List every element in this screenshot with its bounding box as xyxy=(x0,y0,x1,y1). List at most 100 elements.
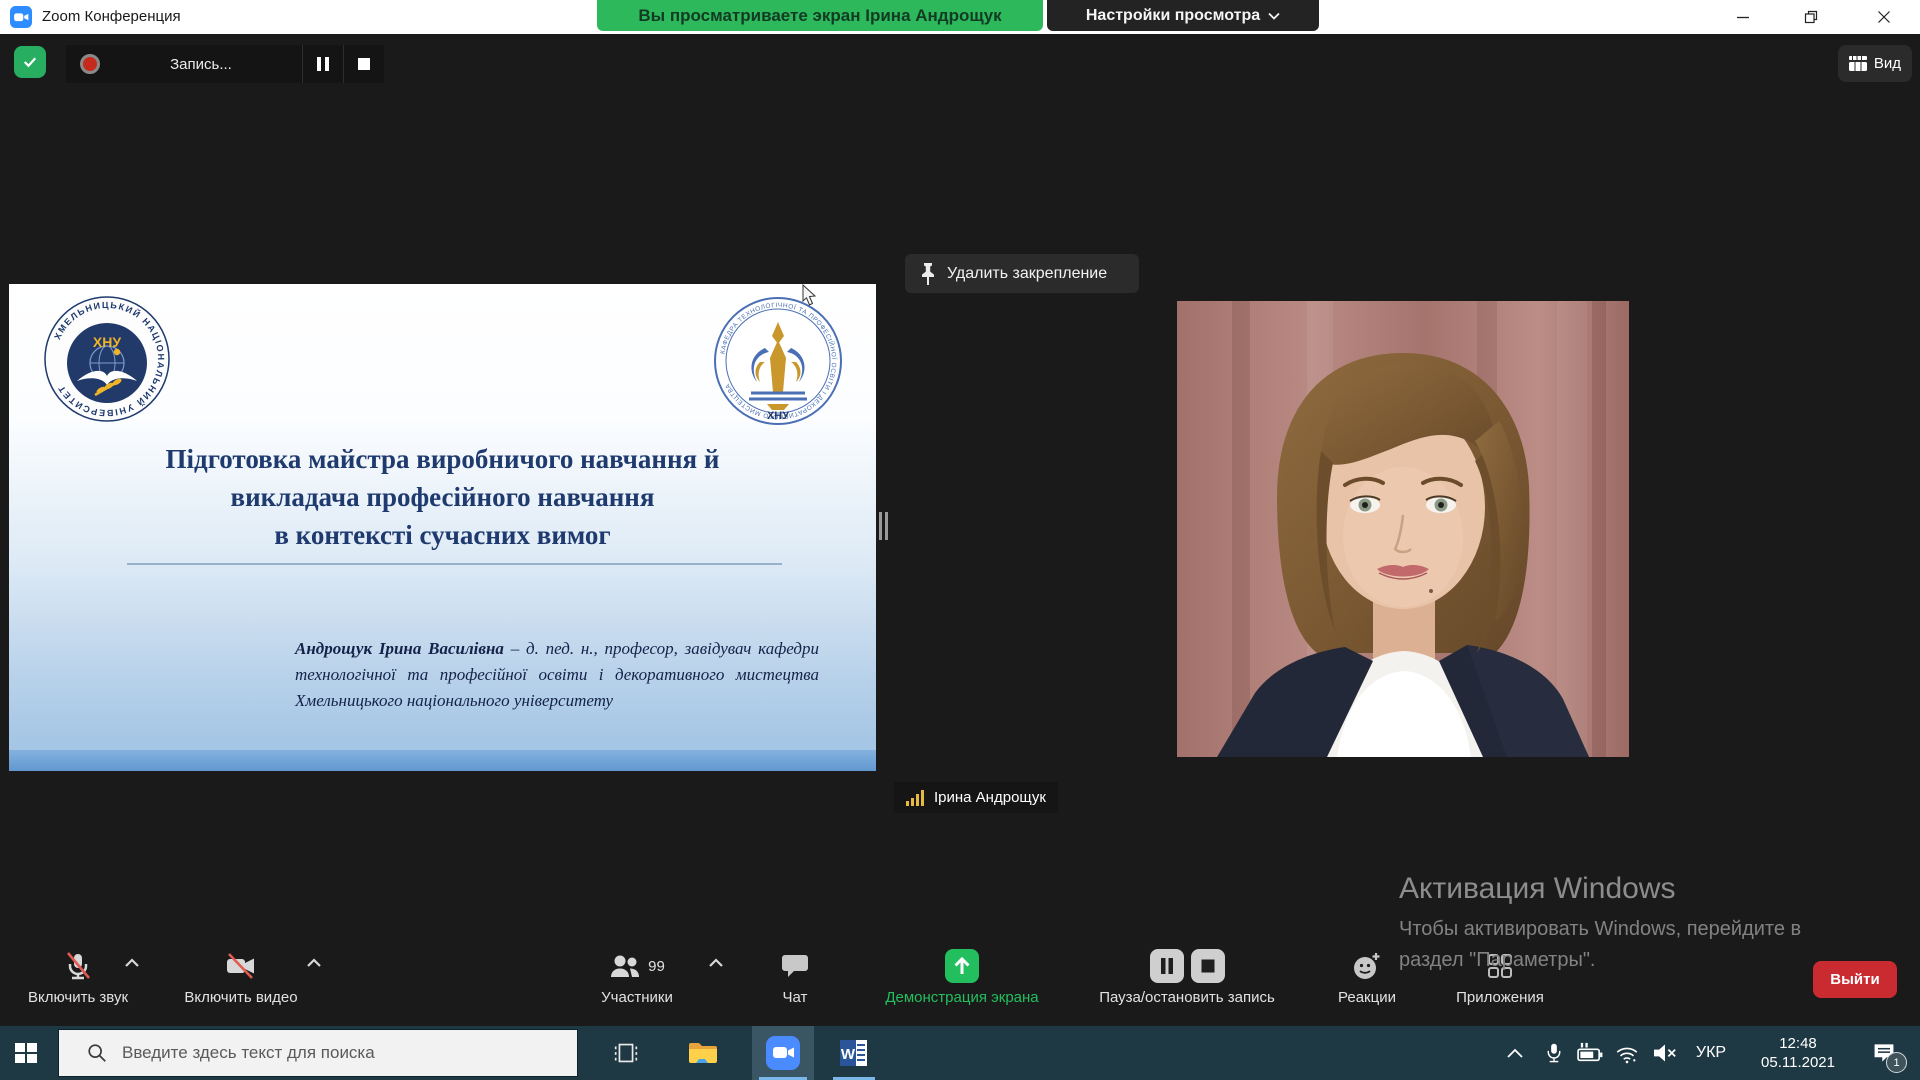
word-taskbar-button[interactable]: W xyxy=(826,1026,882,1080)
share-screen-button[interactable]: Демонстрация экрана xyxy=(878,947,1046,1006)
clock-date: 05.11.2021 xyxy=(1761,1053,1835,1072)
chevron-down-icon xyxy=(1268,12,1280,20)
notification-badge: 1 xyxy=(1886,1052,1907,1073)
participants-button[interactable]: 99 Участники xyxy=(572,947,702,1006)
apps-label: Приложения xyxy=(1456,989,1544,1006)
zoom-taskbar-button[interactable] xyxy=(752,1026,814,1080)
audio-options-chevron[interactable] xyxy=(124,958,140,968)
watermark-line1: Чтобы активировать Windows, перейдите в xyxy=(1399,914,1801,945)
tray-battery-icon[interactable] xyxy=(1572,1026,1608,1080)
notification-center-button[interactable]: 1 xyxy=(1858,1026,1910,1080)
apps-button[interactable]: Приложения xyxy=(1440,947,1560,1006)
reactions-label: Реакции xyxy=(1338,989,1396,1006)
gallery-view-icon xyxy=(1849,56,1867,71)
slide-bottom-strip xyxy=(9,750,876,771)
slide-title-line2: викладача професійного навчання xyxy=(9,478,876,516)
record-dot-icon xyxy=(80,54,100,74)
unmute-button[interactable]: Включить звук xyxy=(18,947,138,1006)
search-input[interactable] xyxy=(120,1042,564,1064)
participants-icon xyxy=(609,951,641,981)
task-view-icon xyxy=(611,1038,641,1068)
remove-pin-label: Удалить закрепление xyxy=(947,265,1107,283)
view-options-label: Настройки просмотра xyxy=(1086,7,1260,25)
view-button[interactable]: Вид xyxy=(1838,45,1912,82)
watermark-title: Активация Windows xyxy=(1399,872,1801,906)
participants-label: Участники xyxy=(601,989,673,1006)
view-button-label: Вид xyxy=(1874,55,1901,72)
clock-time: 12:48 xyxy=(1779,1034,1817,1053)
slide-title-line1: Підготовка майстра виробничого навчання … xyxy=(9,440,876,478)
pin-icon xyxy=(919,262,937,286)
author-name: Андрощук Ірина Василівна xyxy=(295,639,504,658)
zoom-app-icon xyxy=(10,6,32,28)
file-explorer-button[interactable] xyxy=(676,1026,728,1080)
chevron-up-icon xyxy=(1506,1047,1524,1059)
remove-pin-button[interactable]: Удалить закрепление xyxy=(905,254,1139,293)
language-indicator[interactable]: УКР xyxy=(1688,1026,1734,1080)
microphone-muted-icon xyxy=(62,950,94,982)
shared-screen-slide: ХМЕЛЬНИЦЬКИЙ НАЦІОНАЛЬНИЙ УНІВЕРСИТЕТ ХН… xyxy=(9,284,876,771)
slide-title: Підготовка майстра виробничого навчання … xyxy=(9,440,876,554)
windows-taskbar: W xyxy=(0,1026,1920,1080)
window-title: Zoom Конференция xyxy=(42,0,181,34)
stop-recording-button[interactable] xyxy=(343,45,384,83)
participants-count: 99 xyxy=(648,958,665,975)
zoom-meeting-window: Zoom Конференция Вы просматриваете экран… xyxy=(0,0,1920,1080)
slide-title-line3: в контексті сучасних вимог xyxy=(9,516,876,554)
camera-off-icon xyxy=(224,950,258,982)
portrait-image xyxy=(1177,301,1629,757)
start-video-button[interactable]: Включить видео xyxy=(172,947,310,1006)
security-shield-icon[interactable] xyxy=(14,46,46,78)
participant-video[interactable] xyxy=(1177,301,1629,757)
view-options-dropdown[interactable]: Настройки просмотра xyxy=(1047,0,1319,31)
participants-options-chevron[interactable] xyxy=(708,958,724,968)
taskbar-clock[interactable]: 12:48 05.11.2021 xyxy=(1742,1026,1854,1080)
start-video-label: Включить видео xyxy=(184,989,297,1006)
pause-record-icon xyxy=(1150,949,1184,983)
tray-volume-muted-icon[interactable] xyxy=(1646,1026,1684,1080)
slide-author-text: Андрощук Ірина Василівна – д. пед. н., п… xyxy=(295,636,819,714)
recording-indicator: Запись... xyxy=(66,45,384,83)
taskbar-search-box[interactable] xyxy=(58,1029,578,1077)
video-options-chevron[interactable] xyxy=(306,958,322,968)
search-icon xyxy=(86,1042,108,1064)
university-logo: ХМЕЛЬНИЦЬКИЙ НАЦІОНАЛЬНИЙ УНІВЕРСИТЕТ ХН… xyxy=(43,295,171,423)
leave-meeting-button[interactable]: Выйти xyxy=(1813,961,1897,998)
participant-name: Ірина Андрощук xyxy=(934,789,1046,806)
tray-microphone-icon[interactable] xyxy=(1538,1026,1570,1080)
reactions-button[interactable]: Реакции xyxy=(1320,947,1414,1006)
participant-nametag: Ірина Андрощук xyxy=(894,782,1058,813)
restore-button[interactable] xyxy=(1780,0,1842,34)
svg-text:ХНУ: ХНУ xyxy=(93,334,121,350)
reactions-icon xyxy=(1352,951,1382,981)
mouse-cursor xyxy=(801,284,817,306)
slide-divider xyxy=(127,563,782,565)
zoom-taskbar-icon xyxy=(766,1036,800,1070)
recording-status: Запись... xyxy=(100,56,302,73)
minimize-button[interactable] xyxy=(1712,0,1774,34)
pause-recording-button[interactable] xyxy=(302,45,343,83)
tray-wifi-icon[interactable] xyxy=(1610,1026,1644,1080)
share-screen-icon xyxy=(945,949,979,983)
svg-text:W: W xyxy=(841,1046,856,1063)
start-button[interactable] xyxy=(0,1026,52,1080)
task-view-button[interactable] xyxy=(600,1026,652,1080)
folder-icon xyxy=(686,1038,718,1068)
close-icon[interactable] xyxy=(1848,0,1920,34)
pane-resize-handle[interactable] xyxy=(879,512,891,540)
chat-label: Чат xyxy=(783,989,808,1006)
signal-strength-icon xyxy=(906,790,926,806)
chat-icon xyxy=(780,952,810,980)
department-logo: КАФЕДРА ТЕХНОЛОГІЧНОЇ ТА ПРОФЕСІЙНОЇ ОСВ… xyxy=(713,296,843,426)
screen-share-banner: Вы просматриваете экран Ірина Андрощук xyxy=(597,0,1043,31)
unmute-label: Включить звук xyxy=(28,989,128,1006)
apps-grid-icon xyxy=(1486,952,1514,980)
share-screen-label: Демонстрация экрана xyxy=(885,989,1038,1006)
pause-stop-record-button[interactable]: Пауза/остановить запись xyxy=(1076,947,1298,1006)
tray-expand-chevron[interactable] xyxy=(1498,1026,1532,1080)
stop-record-icon xyxy=(1191,949,1225,983)
pause-stop-record-label: Пауза/остановить запись xyxy=(1099,989,1275,1006)
chat-button[interactable]: Чат xyxy=(753,947,837,1006)
windows-logo-icon xyxy=(14,1041,38,1065)
word-icon: W xyxy=(838,1038,870,1068)
